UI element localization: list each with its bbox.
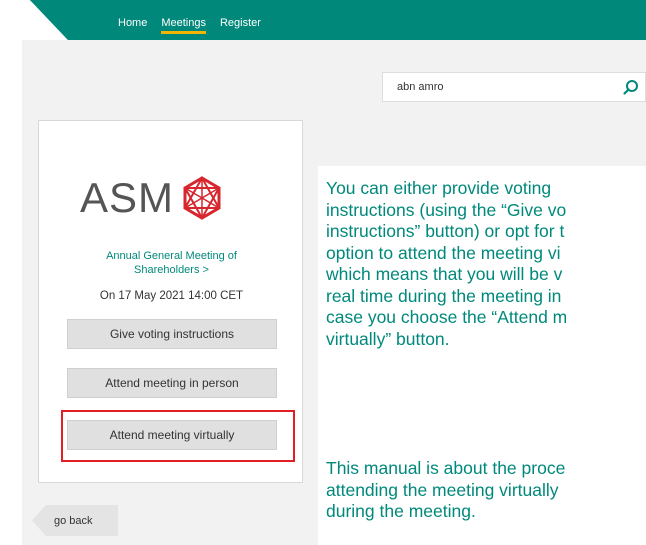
paragraph-1-line: real time during the meeting in <box>326 285 562 306</box>
give-voting-instructions-button[interactable]: Give voting instructions <box>67 319 277 349</box>
explanation-paragraph-2: This manual is about the proce attending… <box>326 458 646 523</box>
attend-virtually-highlight <box>61 410 295 462</box>
paragraph-1-line: case you choose the “Attend m <box>326 307 568 327</box>
paragraph-2-line: This manual is about the proce <box>326 458 566 478</box>
asm-logo-icon <box>183 176 221 220</box>
logo-text: ASM <box>80 174 175 221</box>
meeting-title-link[interactable]: Annual General Meeting of Shareholders > <box>44 249 299 277</box>
nav-meetings[interactable]: Meetings <box>161 16 206 34</box>
search-input[interactable]: abn amro <box>382 72 646 102</box>
meeting-date: On 17 May 2021 14:00 CET <box>99 290 244 302</box>
paragraph-1-line: which means that you will be v <box>326 264 563 284</box>
search-icon[interactable] <box>621 78 641 98</box>
attend-in-person-button[interactable]: Attend meeting in person <box>67 368 277 398</box>
paragraph-1-line: virtually” button. <box>326 328 450 349</box>
paragraph-2-line: during the meeting. <box>326 501 476 521</box>
search-value: abn amro <box>397 81 444 93</box>
go-back-button[interactable]: go back <box>32 505 118 536</box>
paragraph-1-line: instructions” button) or opt for t <box>326 221 565 241</box>
paragraph-1-line: option to attend the meeting vi <box>326 242 561 263</box>
meeting-title-line-1: Annual General Meeting of <box>106 250 237 262</box>
nav-home[interactable]: Home <box>118 16 147 30</box>
meeting-title-line-2: Shareholders > <box>134 264 209 276</box>
paragraph-1-line: instructions (using the “Give vo <box>326 199 567 220</box>
nav-register[interactable]: Register <box>220 16 261 30</box>
main-nav: Home Meetings Register <box>118 0 261 40</box>
paragraph-2-line: attending the meeting virtually <box>326 479 559 500</box>
explanation-paragraph-1: You can either provide voting instructio… <box>326 178 646 350</box>
company-logo: ASM <box>80 175 240 221</box>
paragraph-1-line: You can either provide voting <box>326 178 552 198</box>
